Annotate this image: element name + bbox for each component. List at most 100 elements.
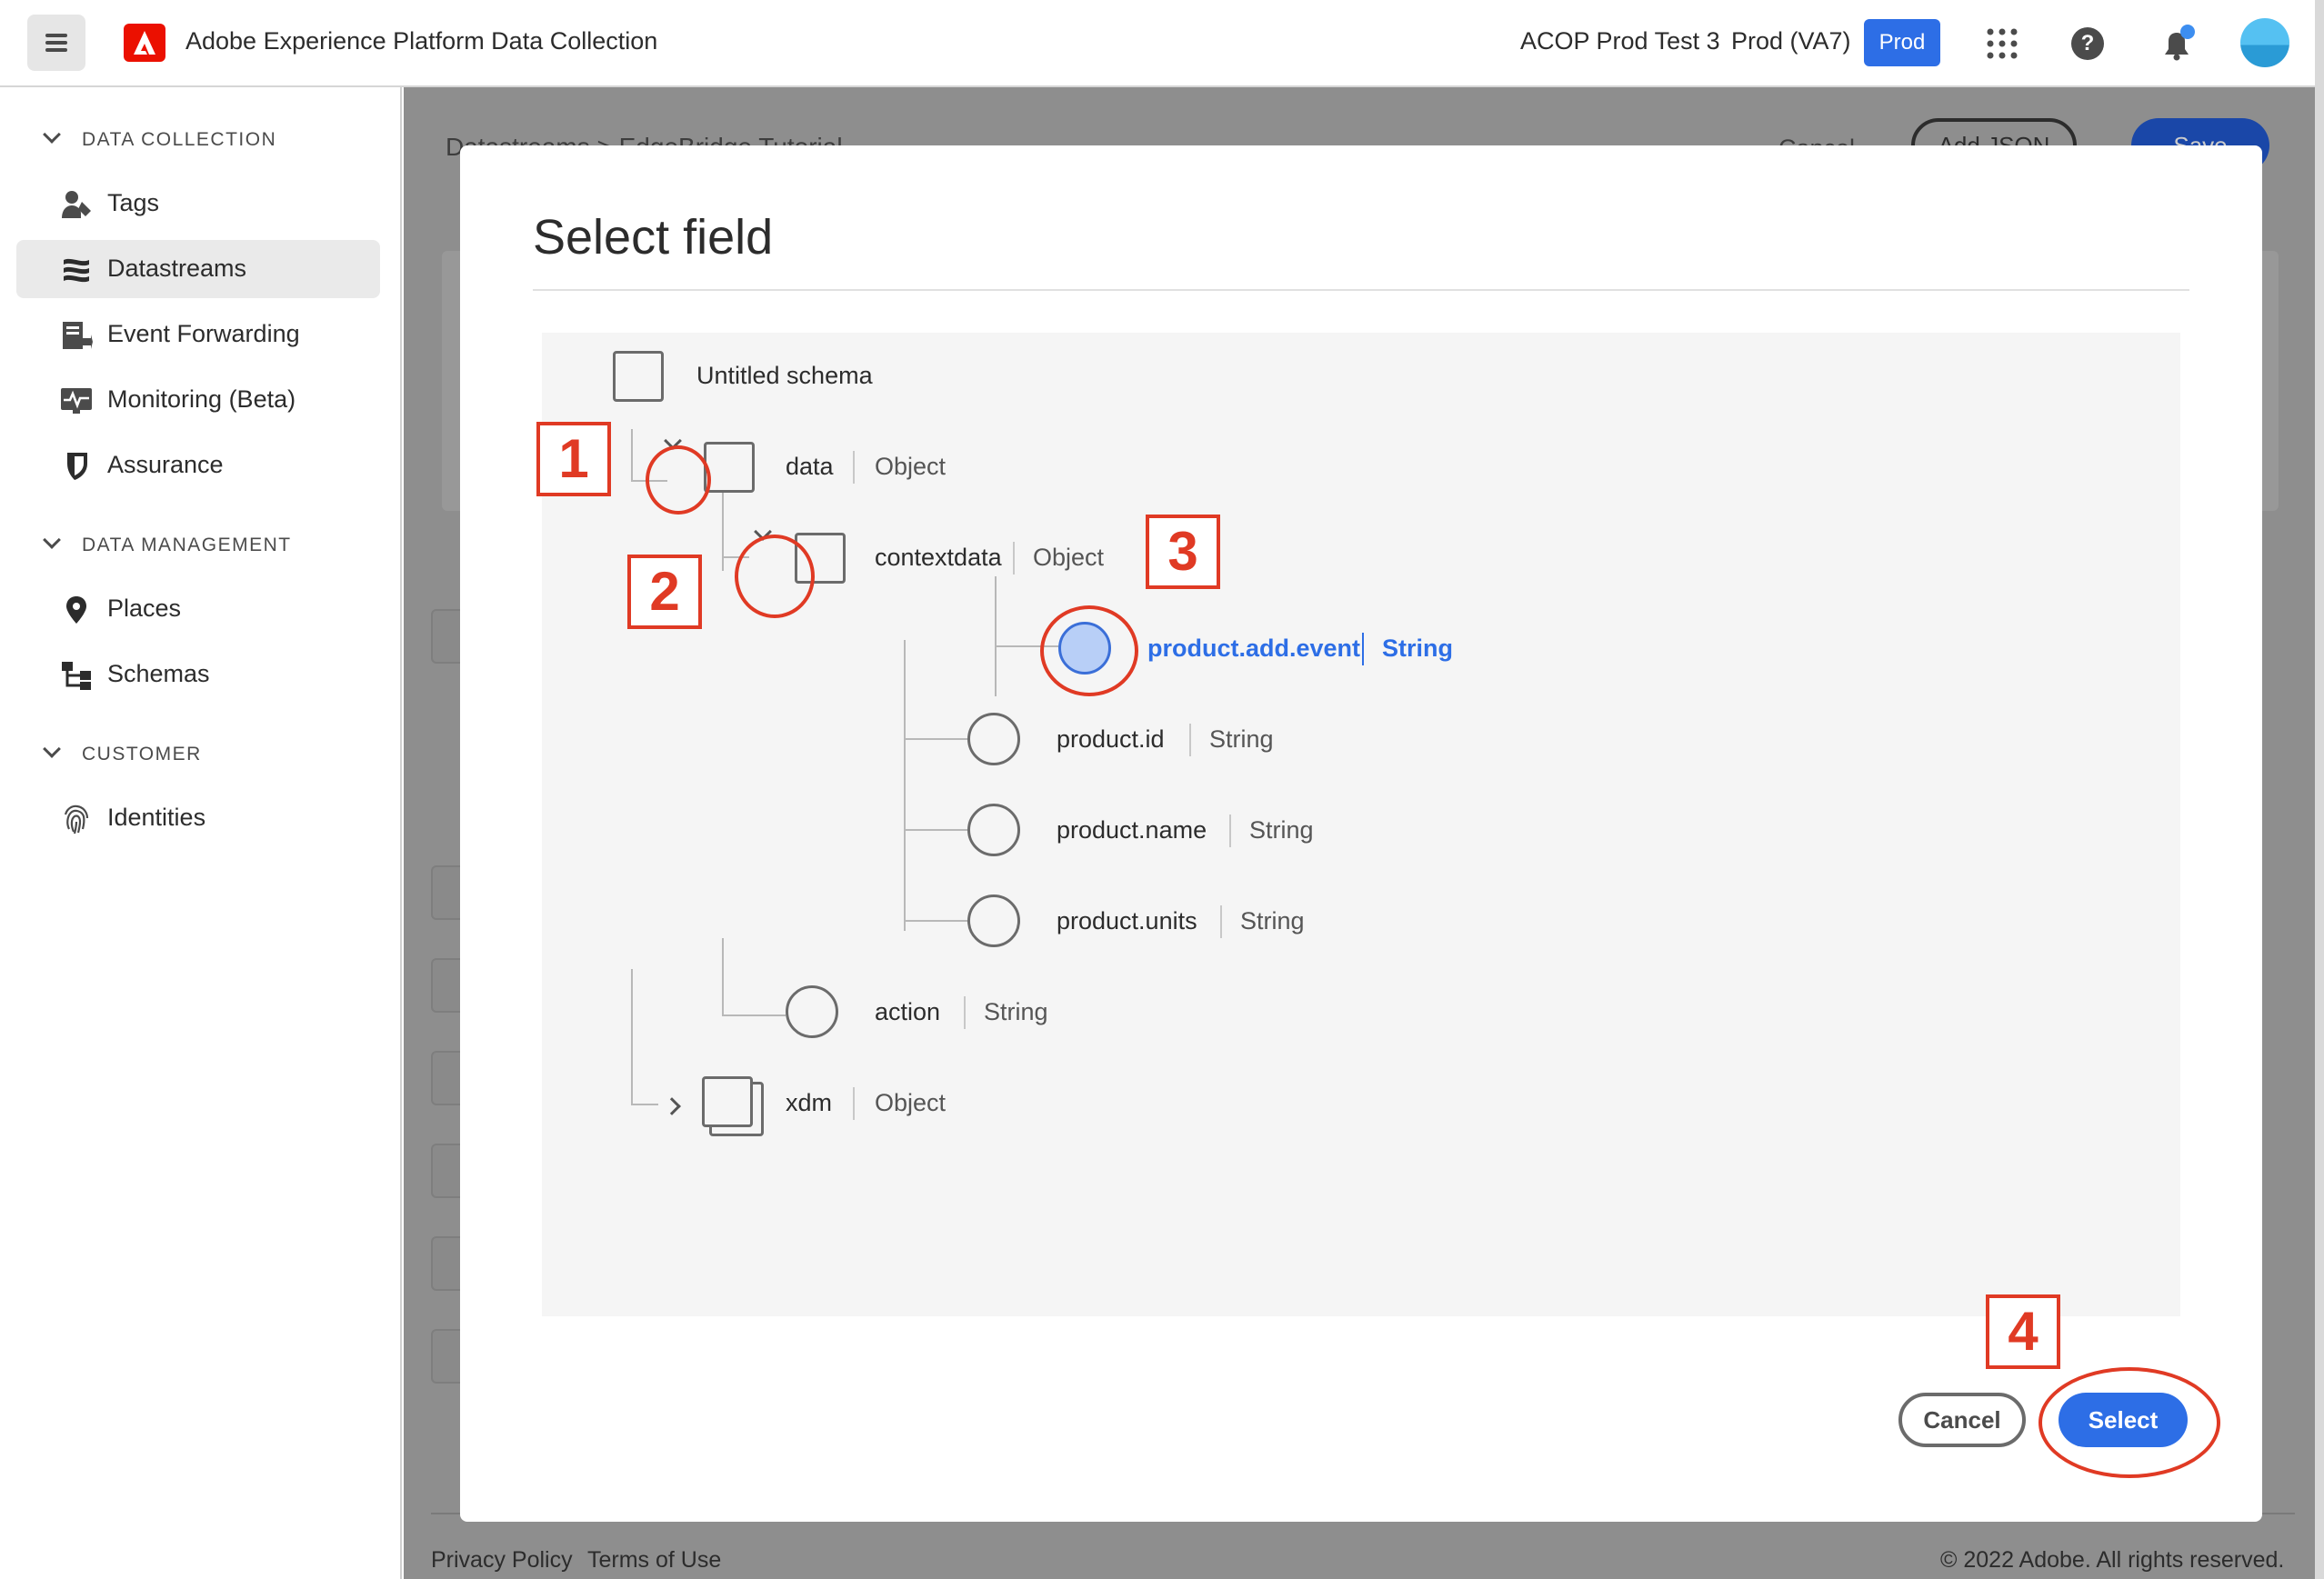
field-product-add-event-type: String bbox=[1382, 635, 1453, 662]
hamburger-menu-icon[interactable] bbox=[27, 15, 85, 71]
field-contextdata-type: Object bbox=[1033, 544, 1105, 571]
annotation-step-4: 4 bbox=[1986, 1294, 2060, 1369]
chevron-right-icon[interactable] bbox=[663, 1097, 681, 1115]
sidebar: DATA COLLECTION Tags Datastreams Event F… bbox=[0, 87, 402, 1579]
field-product-add-event-name[interactable]: product.add.event bbox=[1147, 635, 1360, 663]
annotation-circle bbox=[735, 535, 815, 618]
field-separator bbox=[1229, 814, 1231, 847]
field-product-units-type: String bbox=[1240, 907, 1305, 934]
adobe-logo-icon bbox=[124, 24, 165, 62]
field-product-id-radio[interactable] bbox=[967, 713, 1020, 765]
field-separator bbox=[964, 996, 966, 1029]
notifications-bell-icon[interactable] bbox=[2157, 24, 2197, 64]
section-data-management[interactable]: DATA MANAGEMENT bbox=[43, 531, 292, 556]
org-switcher[interactable]: ACOP Prod Test 3 bbox=[1520, 27, 1720, 55]
schemas-icon bbox=[62, 662, 91, 690]
field-contextdata-name: contextdata bbox=[875, 544, 1002, 571]
sidebar-item-label: Tags bbox=[107, 189, 160, 216]
sidebar-item-assurance[interactable]: Assurance bbox=[16, 436, 380, 495]
sandbox-switcher[interactable]: Prod (VA7) bbox=[1731, 27, 1851, 55]
field-product-units-name[interactable]: product.units bbox=[1057, 907, 1197, 935]
sidebar-item-label: Identities bbox=[107, 804, 206, 831]
sidebar-item-identities[interactable]: Identities bbox=[16, 789, 380, 847]
sidebar-item-label: Places bbox=[107, 595, 182, 622]
annotation-step-1: 1 bbox=[536, 422, 611, 496]
section-data-collection[interactable]: DATA COLLECTION bbox=[43, 125, 277, 151]
dialog-divider bbox=[533, 289, 2189, 291]
app-title: Adobe Experience Platform Data Collectio… bbox=[185, 27, 658, 55]
field-product-name-name[interactable]: product.name bbox=[1057, 816, 1207, 844]
sidebar-item-label: Datastreams bbox=[107, 255, 247, 282]
sidebar-item-label: Schemas bbox=[107, 660, 210, 687]
sidebar-item-label: Monitoring (Beta) bbox=[107, 385, 296, 413]
field-product-id-name[interactable]: product.id bbox=[1057, 725, 1165, 754]
identities-icon bbox=[64, 804, 89, 834]
environment-badge[interactable]: Prod bbox=[1864, 19, 1940, 66]
assurance-icon bbox=[67, 453, 87, 480]
dialog-cancel-button[interactable]: Cancel bbox=[1898, 1393, 2026, 1447]
field-separator bbox=[1220, 905, 1222, 938]
field-separator bbox=[1013, 542, 1015, 575]
field-data-name: data bbox=[786, 453, 834, 480]
field-xdm-checkbox[interactable] bbox=[702, 1076, 753, 1127]
annotation-circle bbox=[2039, 1367, 2220, 1478]
datastreams-icon bbox=[64, 258, 89, 283]
sidebar-item-label: Assurance bbox=[107, 451, 224, 478]
field-action-type: String bbox=[984, 998, 1048, 1025]
annotation-step-2: 2 bbox=[627, 555, 702, 629]
field-product-name-type: String bbox=[1249, 816, 1314, 844]
user-avatar[interactable] bbox=[2240, 18, 2289, 67]
app-switcher-icon[interactable] bbox=[1986, 27, 2018, 60]
terms-of-use-link[interactable]: Terms of Use bbox=[587, 1547, 721, 1574]
section-customer[interactable]: CUSTOMER bbox=[43, 740, 202, 765]
field-data-checkbox[interactable] bbox=[704, 442, 755, 493]
field-separator bbox=[853, 1087, 855, 1120]
sidebar-item-places[interactable]: Places bbox=[16, 580, 380, 638]
tree-connector bbox=[631, 1104, 658, 1105]
sidebar-item-tags[interactable]: Tags bbox=[16, 175, 380, 233]
field-xdm-name: xdm bbox=[786, 1089, 833, 1116]
page-scrollbar[interactable] bbox=[2315, 0, 2324, 1579]
field-product-units-radio[interactable] bbox=[967, 894, 1020, 947]
field-separator bbox=[1362, 633, 1364, 665]
field-xdm-type: Object bbox=[875, 1089, 947, 1116]
schema-root-checkbox[interactable] bbox=[613, 351, 664, 402]
sidebar-item-monitoring[interactable]: Monitoring (Beta) bbox=[16, 371, 380, 429]
select-field-dialog: Select field Untitled schema data Object… bbox=[460, 145, 2262, 1522]
annotation-step-3: 3 bbox=[1146, 515, 1220, 589]
field-action-radio[interactable] bbox=[786, 985, 838, 1038]
tree-connector bbox=[904, 738, 967, 740]
dialog-title: Select field bbox=[533, 210, 774, 265]
tree-connector bbox=[995, 576, 997, 696]
schema-tree: Untitled schema data Object contextdata … bbox=[536, 333, 2180, 1316]
field-product-name-radio[interactable] bbox=[967, 804, 1020, 856]
tags-icon bbox=[62, 191, 91, 218]
privacy-policy-link[interactable]: Privacy Policy bbox=[431, 1547, 573, 1574]
help-icon[interactable]: ? bbox=[2071, 27, 2104, 60]
schema-root-label: Untitled schema bbox=[696, 362, 873, 389]
tree-connector bbox=[904, 829, 967, 831]
field-action-name[interactable]: action bbox=[875, 998, 940, 1026]
sidebar-item-event-forwarding[interactable]: Event Forwarding bbox=[16, 305, 380, 364]
tree-connector bbox=[722, 938, 724, 1016]
section-label: DATA COLLECTION bbox=[82, 129, 277, 150]
chevron-down-icon bbox=[43, 740, 61, 758]
tree-connector bbox=[631, 969, 633, 1105]
field-separator bbox=[853, 451, 855, 484]
places-icon bbox=[66, 596, 86, 624]
sidebar-item-schemas[interactable]: Schemas bbox=[16, 645, 380, 704]
field-separator bbox=[1189, 724, 1191, 756]
chevron-down-icon bbox=[43, 531, 61, 549]
tree-connector bbox=[904, 920, 967, 922]
sidebar-item-datastreams[interactable]: Datastreams bbox=[16, 240, 380, 298]
top-header: Adobe Experience Platform Data Collectio… bbox=[0, 0, 2324, 87]
tree-connector bbox=[904, 640, 906, 931]
monitoring-icon bbox=[61, 388, 92, 414]
section-label: DATA MANAGEMENT bbox=[82, 535, 292, 555]
tree-connector bbox=[631, 429, 633, 482]
event-forwarding-icon bbox=[63, 322, 93, 349]
annotation-circle bbox=[1040, 605, 1138, 696]
section-label: CUSTOMER bbox=[82, 744, 202, 765]
field-product-id-type: String bbox=[1209, 725, 1274, 753]
copyright-text: © 2022 Adobe. All rights reserved. bbox=[1940, 1547, 2285, 1573]
